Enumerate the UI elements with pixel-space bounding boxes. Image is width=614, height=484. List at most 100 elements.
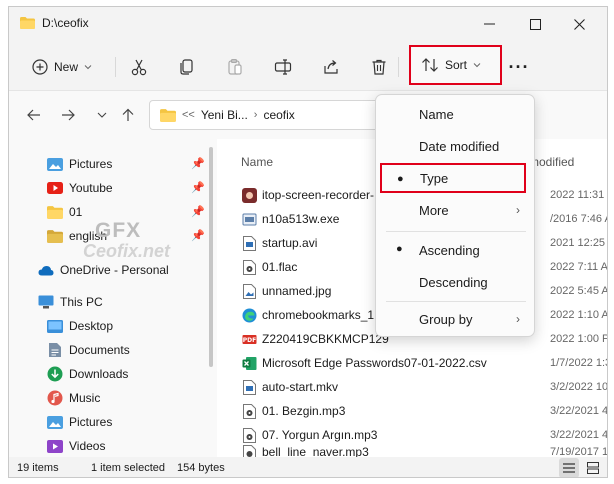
file-date: 2022 11:31 P [550, 189, 607, 201]
cut-button[interactable] [127, 55, 151, 79]
group-by-submenu[interactable]: Group by › [376, 304, 534, 334]
nav-item-desktop[interactable]: Desktop [9, 315, 217, 337]
menu-item-label: Descending [419, 274, 488, 290]
sort-by-date-modified[interactable]: Date modified [376, 131, 534, 161]
up-button[interactable] [117, 104, 139, 126]
chevron-right-icon: › [516, 312, 520, 326]
breadcrumb-overflow[interactable]: << [182, 109, 195, 121]
separator [398, 57, 399, 77]
pdf-icon: PDF [241, 331, 257, 347]
chevron-right-icon: › [253, 109, 258, 121]
sort-button[interactable]: Sort [409, 45, 502, 85]
nav-item-videos[interactable]: Videos [9, 435, 217, 457]
pin-icon: 📌 [191, 158, 205, 170]
see-more-button[interactable]: ··· [505, 55, 533, 79]
selection-count: 1 item selected [91, 462, 165, 474]
nav-item-pictures[interactable]: Pictures 📌 [9, 153, 217, 175]
file-name: Microsoft Edge Passwords07-01-2022.csv [262, 356, 487, 370]
sort-arrows-icon [422, 58, 438, 72]
copy-button[interactable] [175, 55, 199, 79]
back-button[interactable] [23, 104, 45, 126]
file-row[interactable]: auto-start.mkv 3/2/2022 10:36 P [241, 375, 607, 399]
youtube-icon [47, 181, 63, 195]
file-row[interactable]: 01. Bezgin.mp3 3/22/2021 4:38 A [241, 399, 607, 423]
nav-item-label: Music [69, 391, 101, 405]
explorer-window: D:\ceofix New Sort ··· << Yeni Bi... › c… [8, 6, 608, 478]
forward-button[interactable] [57, 104, 79, 126]
monitor-icon [38, 295, 54, 309]
edge-icon [241, 307, 257, 323]
app-icon [241, 187, 257, 203]
breadcrumb-segment[interactable]: Yeni Bi... [201, 108, 248, 122]
more-dots-icon: ··· [508, 56, 530, 77]
tiles-view-icon [587, 462, 599, 474]
minimize-button[interactable] [467, 9, 511, 39]
file-name: 07. Yorgun Argın.mp3 [262, 428, 378, 442]
nav-item-label: 01 [69, 205, 83, 219]
nav-item-pictures-pc[interactable]: Pictures [9, 411, 217, 433]
file-date: 2022 7:11 A [550, 261, 608, 273]
share-button[interactable] [319, 55, 343, 79]
column-header-date-modified[interactable]: modified [529, 155, 574, 169]
file-name: auto-start.mkv [262, 380, 339, 394]
file-date: 2021 12:25 [550, 237, 606, 249]
file-row[interactable]: Microsoft Edge Passwords07-01-2022.csv 1… [241, 351, 607, 375]
svg-text:PDF: PDF [242, 337, 255, 344]
breadcrumb-segment[interactable]: ceofix [263, 108, 294, 122]
command-bar: New Sort ··· [9, 41, 607, 91]
title-bar: D:\ceofix [9, 7, 607, 41]
nav-item-label: Youtube [69, 181, 113, 195]
arrow-right-icon [62, 109, 75, 121]
nav-item-youtube[interactable]: Youtube 📌 [9, 177, 217, 199]
nav-item-music[interactable]: Music [9, 387, 217, 409]
close-button[interactable] [557, 9, 601, 39]
paste-icon [228, 58, 242, 75]
navigation-pane: Pictures 📌 Youtube 📌 01 📌 english 📌 GFX … [9, 139, 217, 457]
sort-by-name[interactable]: Name [376, 99, 534, 129]
selection-size: 154 bytes [177, 462, 225, 474]
rename-button[interactable] [271, 55, 295, 79]
nav-item-label: Pictures [69, 415, 113, 429]
sort-button-label: Sort [445, 58, 468, 72]
nav-item-english[interactable]: english 📌 [9, 225, 217, 247]
bullet-icon: ● [396, 243, 403, 255]
delete-button[interactable] [367, 55, 391, 79]
sort-more-submenu[interactable]: More › [376, 195, 534, 225]
file-row[interactable]: 07. Yorgun Argın.mp3 3/22/2021 4:38 A [241, 423, 607, 447]
recent-locations-button[interactable] [91, 104, 113, 126]
nav-item-onedrive[interactable]: OneDrive - Personal [9, 259, 217, 281]
close-icon [573, 18, 585, 30]
nav-item-label: english [69, 229, 108, 243]
separator [115, 57, 116, 77]
desktop-icon [47, 319, 63, 333]
nav-item-01[interactable]: 01 📌 [9, 201, 217, 223]
add-circle-icon [32, 59, 48, 75]
image-file-icon [241, 283, 257, 299]
chevron-down-icon [97, 112, 107, 118]
sort-descending[interactable]: Descending [376, 267, 534, 297]
nav-item-downloads[interactable]: Downloads [9, 363, 217, 385]
nav-item-label: This PC [60, 295, 103, 309]
nav-item-this-pc[interactable]: This PC [9, 291, 217, 313]
trash-icon [372, 59, 386, 75]
excel-icon [241, 355, 257, 371]
menu-item-label: More [419, 202, 449, 218]
details-view-button[interactable] [559, 458, 579, 477]
nav-pane-scrollbar[interactable] [209, 147, 213, 367]
new-button[interactable]: New [24, 53, 106, 81]
address-bar[interactable]: << Yeni Bi... › ceofix [149, 100, 385, 130]
menu-item-label: Ascending [419, 242, 480, 258]
nav-item-documents[interactable]: Documents [9, 339, 217, 361]
audio-file-icon [241, 403, 257, 419]
item-count: 19 items [17, 462, 59, 474]
sort-by-type[interactable]: ● Type [380, 163, 526, 193]
video-file-icon [241, 235, 257, 251]
column-header-name[interactable]: Name [241, 155, 273, 169]
tiles-view-button[interactable] [583, 458, 603, 477]
menu-item-label: Date modified [419, 138, 500, 154]
sort-ascending[interactable]: ● Ascending [376, 235, 534, 265]
menu-separator [386, 301, 526, 302]
maximize-button[interactable] [513, 9, 557, 39]
paste-button[interactable] [223, 55, 247, 79]
music-icon [47, 390, 63, 406]
